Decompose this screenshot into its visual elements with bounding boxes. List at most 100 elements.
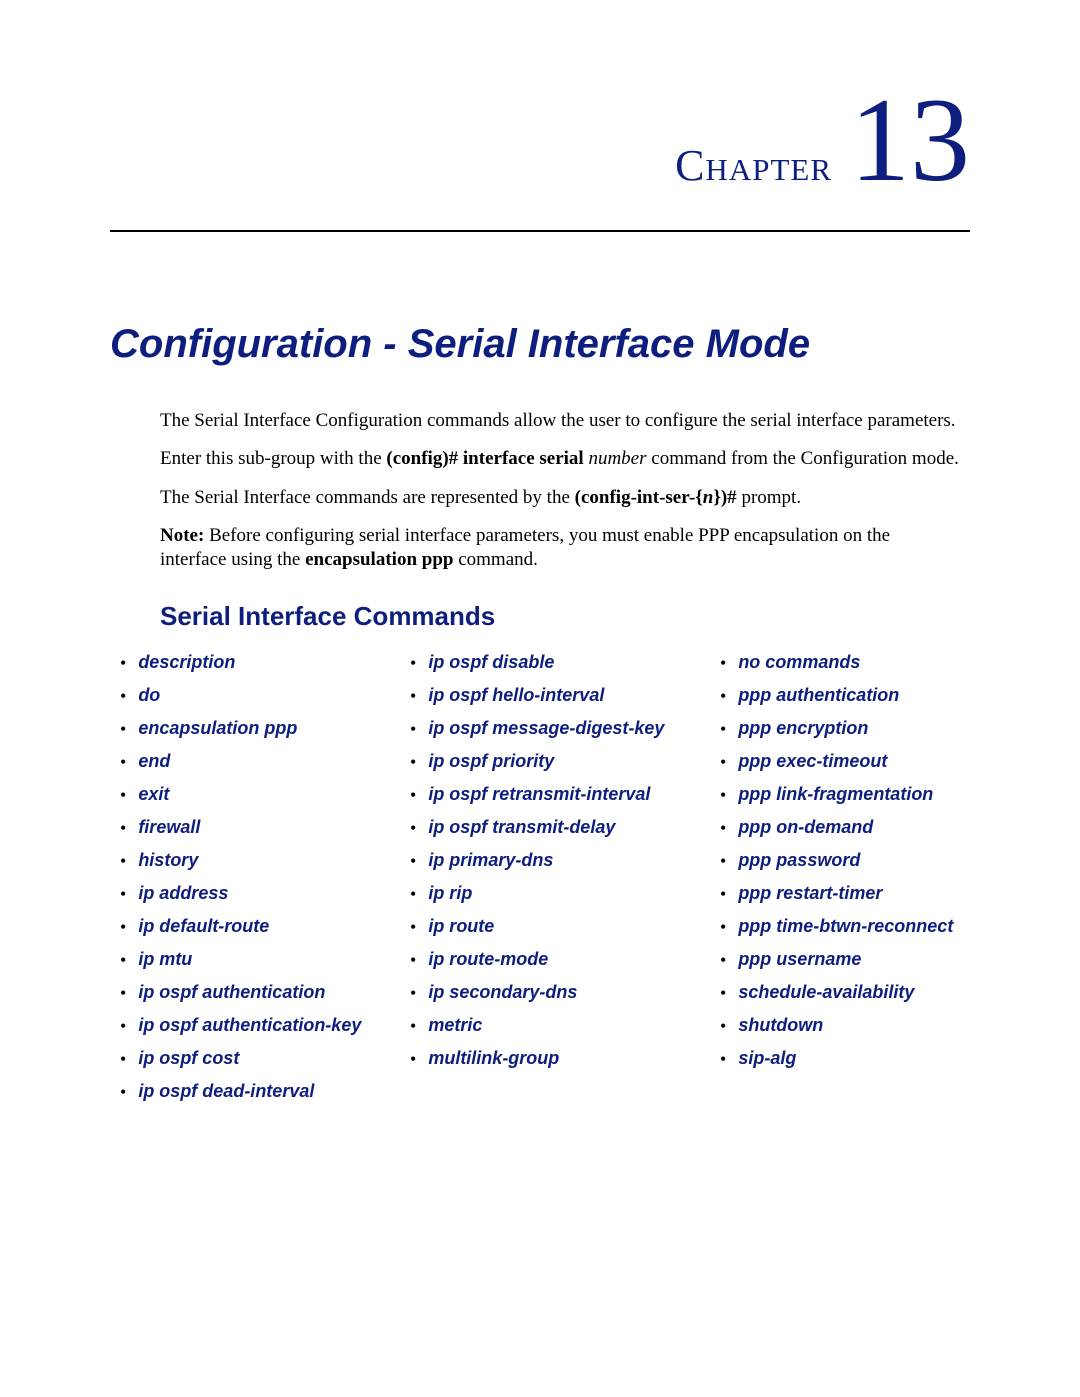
command-link[interactable]: exit (138, 784, 169, 805)
bullet-icon: • (410, 653, 416, 674)
command-item: • ip mtu (114, 949, 404, 970)
command-link[interactable]: ppp encryption (738, 718, 868, 739)
command-item: •encapsulation ppp (114, 718, 404, 739)
command-item: •ip ospf cost (114, 1048, 404, 1069)
bullet-icon: • (120, 818, 126, 839)
command-item: • ip ospf disable (404, 652, 714, 673)
command-link[interactable]: description (138, 652, 235, 673)
intro-p2: Enter this sub-group with the (config)# … (160, 447, 960, 471)
bullet-icon: • (410, 884, 416, 905)
command-link[interactable]: ppp restart-timer (738, 883, 882, 904)
command-link[interactable]: ip ospf authentication-key (138, 1015, 361, 1036)
bullet-icon: • (410, 1016, 416, 1037)
bullet-icon: • (410, 851, 416, 872)
command-link[interactable]: encapsulation ppp (138, 718, 297, 739)
bullet-icon: • (720, 917, 726, 938)
command-item: • ip ospf hello-interval (404, 685, 714, 706)
command-link[interactable]: multilink-group (428, 1048, 559, 1069)
command-link[interactable]: ip ospf transmit-delay (428, 817, 615, 838)
bullet-icon: • (720, 950, 726, 971)
bullet-icon: • (410, 1049, 416, 1070)
command-link[interactable]: ppp exec-timeout (738, 751, 887, 772)
intro-text: The Serial Interface Configuration comma… (160, 409, 960, 573)
command-link[interactable]: ppp password (738, 850, 860, 871)
bullet-icon: • (120, 884, 126, 905)
command-link[interactable]: ip ospf hello-interval (428, 685, 604, 706)
command-link[interactable]: ip address (138, 883, 228, 904)
bullet-icon: • (720, 818, 726, 839)
command-link[interactable]: ip ospf authentication (138, 982, 325, 1003)
command-link[interactable]: ip primary-dns (428, 850, 553, 871)
section-header: Serial Interface Commands (160, 601, 970, 632)
page-title: Configuration - Serial Interface Mode (110, 322, 970, 367)
bullet-icon: • (120, 1082, 126, 1103)
command-link[interactable]: ip rip (428, 883, 472, 904)
command-item: • ip default-route (114, 916, 404, 937)
command-link[interactable]: history (138, 850, 198, 871)
command-link[interactable]: ppp time-btwn-reconnect (738, 916, 953, 937)
command-item: • ppp username (714, 949, 994, 970)
command-item: • ip ospf authentication-key (114, 1015, 404, 1036)
command-item: • multilink-group (404, 1048, 714, 1069)
bullet-icon: • (120, 950, 126, 971)
bullet-icon: • (720, 884, 726, 905)
command-item: •ppp link-fragmentation (714, 784, 994, 805)
command-item: • ip address (114, 883, 404, 904)
command-item: • firewall (114, 817, 404, 838)
command-link[interactable]: do (138, 685, 160, 706)
bullet-icon: • (720, 653, 726, 674)
command-item: •ppp exec-timeout (714, 751, 994, 772)
command-link[interactable]: no commands (738, 652, 860, 673)
command-item: • no commands (714, 652, 994, 673)
command-link[interactable]: ppp link-fragmentation (738, 784, 933, 805)
command-item: • ppp time-btwn-reconnect (714, 916, 994, 937)
bullet-icon: • (720, 1049, 726, 1070)
intro-p3: The Serial Interface commands are repres… (160, 486, 960, 510)
bullet-icon: • (720, 1016, 726, 1037)
command-link[interactable]: ppp on-demand (738, 817, 873, 838)
command-link[interactable]: ppp authentication (738, 685, 899, 706)
horizontal-rule (110, 230, 970, 232)
command-item: • ip ospf retransmit-interval (404, 784, 714, 805)
command-link[interactable]: ip ospf disable (428, 652, 554, 673)
command-link[interactable]: shutdown (738, 1015, 823, 1036)
command-link[interactable]: ip route (428, 916, 494, 937)
command-link[interactable]: ip ospf cost (138, 1048, 239, 1069)
command-item: • end (114, 751, 404, 772)
command-item: •exit (114, 784, 404, 805)
command-link[interactable]: ppp username (738, 949, 861, 970)
command-link[interactable]: ip secondary-dns (428, 982, 577, 1003)
command-item: •ip ospf message-digest-key (404, 718, 714, 739)
bullet-icon: • (410, 686, 416, 707)
command-item: • ppp restart-timer (714, 883, 994, 904)
command-item: •ip route-mode (404, 949, 714, 970)
bullet-icon: • (120, 752, 126, 773)
command-item: •ppp authentication (714, 685, 994, 706)
command-item: •ppp encryption (714, 718, 994, 739)
command-link[interactable]: ip route-mode (428, 949, 548, 970)
command-link[interactable]: ip ospf dead-interval (138, 1081, 314, 1102)
command-link[interactable]: firewall (138, 817, 200, 838)
command-item: •ip ospf priority (404, 751, 714, 772)
commands-col-1: •description•do•encapsulation ppp•end•ex… (114, 652, 404, 1114)
bullet-icon: • (720, 983, 726, 1004)
command-link[interactable]: metric (428, 1015, 482, 1036)
chapter-header: Chapter 13 (110, 80, 970, 200)
command-link[interactable]: sip-alg (738, 1048, 796, 1069)
command-item: •do (114, 685, 404, 706)
command-link[interactable]: ip default-route (138, 916, 269, 937)
command-link[interactable]: ip ospf priority (428, 751, 554, 772)
bullet-icon: • (120, 917, 126, 938)
command-link[interactable]: end (138, 751, 170, 772)
command-link[interactable]: ip mtu (138, 949, 192, 970)
command-link[interactable]: ip ospf retransmit-interval (428, 784, 650, 805)
command-link[interactable]: schedule-availability (738, 982, 914, 1003)
command-item: • ip rip (404, 883, 714, 904)
bullet-icon: • (410, 785, 416, 806)
command-item: • description (114, 652, 404, 673)
command-link[interactable]: ip ospf message-digest-key (428, 718, 664, 739)
chapter-label: Chapter (675, 140, 832, 191)
bullet-icon: • (120, 653, 126, 674)
command-item: •ip route (404, 916, 714, 937)
bullet-icon: • (120, 1016, 126, 1037)
